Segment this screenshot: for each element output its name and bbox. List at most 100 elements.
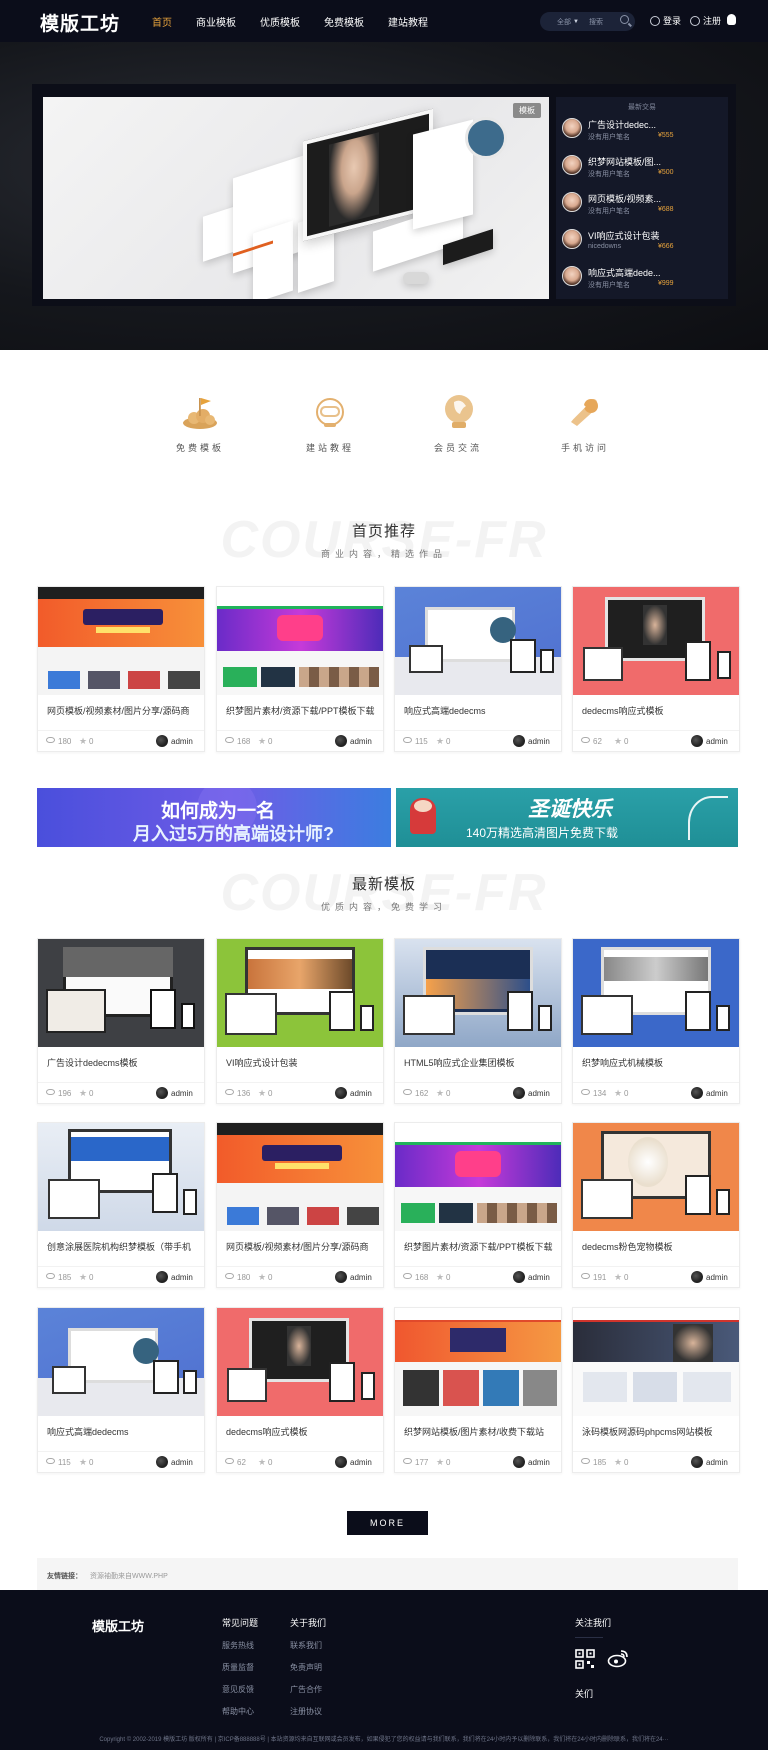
card-title[interactable]: dedecms粉色宠物模板 [582,1240,734,1253]
template-card[interactable]: 织梦图片素材/资源下载/PPT模板下载 168 ★ 0 admin [216,586,384,752]
author-name[interactable]: admin [528,737,550,746]
author-name[interactable]: admin [350,1089,372,1098]
search-icon[interactable] [620,15,629,24]
card-thumbnail[interactable] [38,1123,204,1231]
ad-banner-christmas[interactable]: 圣诞快乐 140万精选高清图片免费下载 [396,788,738,847]
author-name[interactable]: admin [171,1458,193,1467]
more-button[interactable]: MORE [347,1511,428,1535]
register-link[interactable]: 注册 [690,14,721,27]
footer-link[interactable]: 服务热线 [222,1640,258,1651]
author-name[interactable]: admin [171,1273,193,1282]
card-thumbnail[interactable] [217,939,383,1047]
template-card[interactable]: 织梦响应式机械模板 134 ★ 0 admin [572,938,740,1104]
card-title[interactable]: dedecms响应式模板 [582,704,734,717]
footer-link[interactable]: 广告合作 [290,1684,326,1695]
card-title[interactable]: 织梦图片素材/资源下载/PPT模板下载 [404,1240,556,1253]
template-card[interactable]: VI响应式设计包装 136 ★ 0 admin [216,938,384,1104]
nav-free-templates[interactable]: 免费模板 [324,14,364,29]
hero-slide[interactable]: 模板 [43,97,549,299]
feature-community[interactable]: 会员交流 [418,392,498,454]
footer-link[interactable]: 意见反馈 [222,1684,258,1695]
nav-quality-templates[interactable]: 优质模板 [260,14,300,29]
template-card[interactable]: 网页模板/视频素材/图片分享/源码商 180 ★ 0 admin [216,1122,384,1288]
template-card[interactable]: 网页模板/视频素材/图片分享/源码商 180 ★ 0 admin [37,586,205,752]
card-thumbnail[interactable] [395,939,561,1047]
card-thumbnail[interactable] [217,587,383,695]
author-name[interactable]: admin [706,737,728,746]
author-name[interactable]: admin [706,1273,728,1282]
feature-mobile[interactable]: 手机访问 [545,392,625,454]
template-card[interactable]: HTML5响应式企业集团模板 162 ★ 0 admin [394,938,562,1104]
search-scope-select[interactable]: 全部 [557,17,571,27]
card-thumbnail[interactable] [217,1308,383,1416]
author-name[interactable]: admin [350,737,372,746]
deal-item[interactable]: 织梦网站模板/图... 没有用户笔名 ¥500 [556,152,728,188]
template-card[interactable]: 泳码模板网源码phpcms网站模板 185 ★ 0 admin [572,1307,740,1473]
deal-item[interactable]: 广告设计dedec... 没有用户笔名 ¥555 [556,115,728,151]
card-title[interactable]: VI响应式设计包装 [226,1056,378,1069]
author-name[interactable]: admin [171,1089,193,1098]
footer-link[interactable]: 联系我们 [290,1640,326,1651]
card-title[interactable]: 响应式高端dedecms [404,704,556,717]
card-thumbnail[interactable] [573,587,739,695]
login-link[interactable]: 登录 [650,14,681,27]
feature-tutorials[interactable]: 建站教程 [290,392,370,454]
footer-link[interactable]: 免责声明 [290,1662,326,1673]
template-card[interactable]: dedecms粉色宠物模板 191 ★ 0 admin [572,1122,740,1288]
card-thumbnail[interactable] [395,1308,561,1416]
card-title[interactable]: 织梦响应式机械模板 [582,1056,734,1069]
card-title[interactable]: 广告设计dedecms模板 [47,1056,199,1069]
qq-icon[interactable] [727,14,736,25]
template-card[interactable]: 响应式高端dedecms 115 ★ 0 admin [37,1307,205,1473]
search-input[interactable]: 搜索 [589,17,603,27]
author-name[interactable]: admin [350,1273,372,1282]
footer-link[interactable]: 质量监督 [222,1662,258,1673]
card-thumbnail[interactable] [38,1308,204,1416]
template-card[interactable]: 创意涂展医院机构织梦模板（带手机 185 ★ 0 admin [37,1122,205,1288]
deal-item[interactable]: 响应式高端dede... 没有用户笔名 ¥999 [556,263,728,299]
footer-link[interactable]: 注册协议 [290,1706,326,1717]
card-title[interactable]: 织梦网站模板/图片素材/收费下载站 [404,1425,556,1438]
author-name[interactable]: admin [528,1458,550,1467]
template-card[interactable]: 织梦图片素材/资源下载/PPT模板下载 168 ★ 0 admin [394,1122,562,1288]
card-thumbnail[interactable] [38,939,204,1047]
card-title[interactable]: HTML5响应式企业集团模板 [404,1056,556,1069]
author-name[interactable]: admin [350,1458,372,1467]
footer-link[interactable]: 帮助中心 [222,1706,258,1717]
search-box[interactable]: 全部 ▼ 搜索 [540,12,635,31]
deal-item[interactable]: 网页模板/视频素... 没有用户笔名 ¥688 [556,189,728,225]
card-title[interactable]: dedecms响应式模板 [226,1425,378,1438]
nav-tutorials[interactable]: 建站教程 [388,14,428,29]
card-thumbnail[interactable] [217,1123,383,1231]
nav-business-templates[interactable]: 商业模板 [196,14,236,29]
card-title[interactable]: 泳码模板网源码phpcms网站模板 [582,1425,734,1438]
card-title[interactable]: 网页模板/视频素材/图片分享/源码商 [47,704,199,717]
friend-link[interactable]: 资源袖勤来自WWW.PHP [90,1571,168,1581]
template-card[interactable]: 响应式高端dedecms 115 ★ 0 admin [394,586,562,752]
card-title[interactable]: 织梦图片素材/资源下载/PPT模板下载 [226,704,378,717]
author-name[interactable]: admin [528,1089,550,1098]
author-name[interactable]: admin [171,737,193,746]
deal-item[interactable]: VI响应式设计包装 nicedowns ¥666 [556,226,728,262]
template-card[interactable]: 广告设计dedecms模板 196 ★ 0 admin [37,938,205,1104]
qrcode-icon[interactable] [575,1649,595,1669]
weibo-icon[interactable] [607,1648,629,1668]
card-title[interactable]: 创意涂展医院机构织梦模板（带手机 [47,1240,199,1253]
ad-banner-designer[interactable]: 如何成为一名 月入过5万的高端设计师? [37,788,391,847]
author-name[interactable]: admin [706,1458,728,1467]
nav-home[interactable]: 首页 [152,14,172,29]
card-title[interactable]: 响应式高端dedecms [47,1425,199,1438]
template-card[interactable]: dedecms响应式模板 62 ★ 0 admin [216,1307,384,1473]
template-card[interactable]: 织梦网站模板/图片素材/收费下载站 177 ★ 0 admin [394,1307,562,1473]
card-thumbnail[interactable] [573,1123,739,1231]
card-thumbnail[interactable] [38,587,204,695]
template-card[interactable]: dedecms响应式模板 62 ★ 0 admin [572,586,740,752]
card-thumbnail[interactable] [573,939,739,1047]
card-title[interactable]: 网页模板/视频素材/图片分享/源码商 [226,1240,378,1253]
site-logo[interactable]: 模版工坊 [40,9,120,36]
card-thumbnail[interactable] [573,1308,739,1416]
card-thumbnail[interactable] [395,587,561,695]
author-name[interactable]: admin [528,1273,550,1282]
feature-free-templates[interactable]: 免费模板 [160,392,240,454]
author-name[interactable]: admin [706,1089,728,1098]
